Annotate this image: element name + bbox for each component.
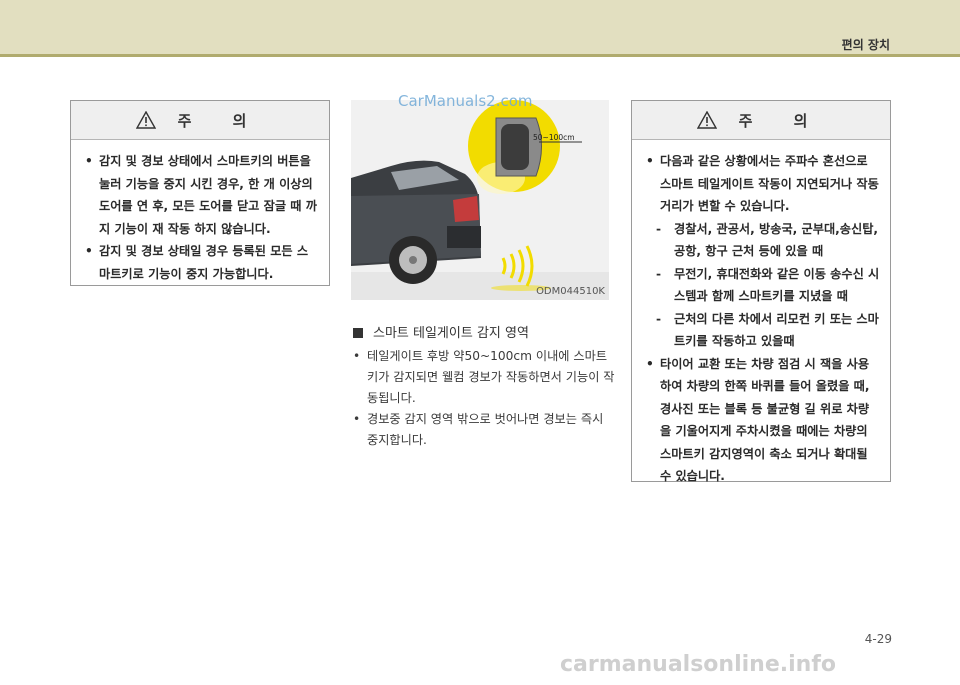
bullet-icon: •: [85, 244, 93, 258]
section-body: • 테일게이트 후방 약50~100cm 이내에 스마트키가 감지되면 웰컴 경보…: [353, 346, 615, 451]
caution-item: • 타이어 교환 또는 차량 점검 시 잭을 사용하여 차량의 한쪽 바퀴를 들어…: [646, 353, 880, 488]
caution-item-text: 감지 및 경보 상태일 경우 등록된 모든 스마트키로 기능이 중지 가능합니다…: [99, 244, 309, 281]
bullet-icon: •: [353, 349, 361, 363]
caution-item-text: 감지 및 경보 상태에서 스마트키의 버튼을 눌러 기능을 중지 시킨 경우, …: [99, 154, 317, 236]
caution-title: 주 의: [177, 111, 265, 130]
left-caution-header: 주 의: [71, 101, 329, 140]
body-item-text: 경보중 감지 영역 밖으로 벗어나면 경보는 즉시 중지합니다.: [367, 412, 604, 447]
dash-icon: -: [656, 311, 662, 326]
bullet-icon: •: [85, 154, 93, 168]
caution-item: • 감지 및 경보 상태에서 스마트키의 버튼을 눌러 기능을 중지 시킨 경우,…: [85, 150, 319, 240]
section-heading-text: 스마트 테일게이트 감지 영역: [373, 326, 529, 341]
watermark-top: CarManuals2.com: [398, 92, 533, 110]
figure-code: ODM044510K: [536, 286, 605, 297]
warning-triangle-icon: [135, 111, 156, 129]
caution-item: • 다음과 같은 상황에서는 주파수 혼선으로 스마트 테일게이트 작동이 지연되…: [646, 150, 880, 218]
header-rule: [0, 54, 960, 57]
body-item: • 경보중 감지 영역 밖으로 벗어나면 경보는 즉시 중지합니다.: [353, 409, 615, 451]
detection-zone-illustration: 50~100cm: [351, 100, 609, 300]
square-bullet-icon: [353, 328, 363, 338]
caution-subitem: - 무전기, 휴대전화와 같은 이동 송수신 시스템과 함께 스마트키를 지녔을 …: [646, 263, 880, 308]
caution-subitem: - 경찰서, 관공서, 방송국, 군부대,송신탑, 공항, 항구 근처 등에 있을…: [646, 218, 880, 263]
suv-rear-illustration: 50~100cm: [351, 100, 609, 300]
left-caution-box: 주 의 • 감지 및 경보 상태에서 스마트키의 버튼을 눌러 기능을 중지 시킨…: [70, 100, 330, 286]
page-header: [0, 0, 960, 56]
dash-icon: -: [656, 221, 662, 236]
bullet-icon: •: [353, 412, 361, 426]
caution-item-text: 다음과 같은 상황에서는 주파수 혼선으로 스마트 테일게이트 작동이 지연되거…: [660, 154, 879, 213]
section-title: 편의 장치: [841, 38, 890, 52]
warning-triangle-icon: [696, 111, 717, 129]
right-caution-body: • 다음과 같은 상황에서는 주파수 혼선으로 스마트 테일게이트 작동이 지연되…: [632, 140, 890, 488]
caution-subitem: - 근처의 다른 차에서 리모컨 키 또는 스마트키를 작동하고 있을때: [646, 308, 880, 353]
caution-subitem-text: 무전기, 휴대전화와 같은 이동 송수신 시스템과 함께 스마트키를 지녔을 때: [674, 266, 880, 304]
distance-label: 50~100cm: [533, 133, 575, 142]
right-caution-header: 주 의: [632, 101, 890, 140]
caution-subitem-text: 근처의 다른 차에서 리모컨 키 또는 스마트키를 작동하고 있을때: [674, 311, 879, 349]
caution-item-text: 타이어 교환 또는 차량 점검 시 잭을 사용하여 차량의 한쪽 바퀴를 들어 …: [660, 356, 870, 484]
caution-subitem-text: 경찰서, 관공서, 방송국, 군부대,송신탑, 공항, 항구 근처 등에 있을 …: [674, 221, 879, 259]
body-item-text: 테일게이트 후방 약50~100cm 이내에 스마트키가 감지되면 웰컴 경보가…: [367, 349, 615, 405]
watermark-bottom: carmanualsonline.info: [560, 652, 836, 677]
left-caution-body: • 감지 및 경보 상태에서 스마트키의 버튼을 눌러 기능을 중지 시킨 경우,…: [71, 140, 329, 285]
caution-item: • 감지 및 경보 상태일 경우 등록된 모든 스마트키로 기능이 중지 가능합니…: [85, 240, 319, 285]
section-heading: 스마트 테일게이트 감지 영역: [353, 322, 529, 341]
body-item: • 테일게이트 후방 약50~100cm 이내에 스마트키가 감지되면 웰컴 경보…: [353, 346, 615, 409]
figure-caption: ODM044510K: [351, 286, 609, 300]
bullet-icon: •: [646, 356, 654, 371]
dash-icon: -: [656, 266, 662, 281]
page-number: 4-29: [864, 632, 892, 646]
caution-title: 주 의: [738, 111, 826, 130]
bullet-icon: •: [646, 154, 654, 168]
right-caution-box: 주 의 • 다음과 같은 상황에서는 주파수 혼선으로 스마트 테일게이트 작동이…: [631, 100, 891, 483]
